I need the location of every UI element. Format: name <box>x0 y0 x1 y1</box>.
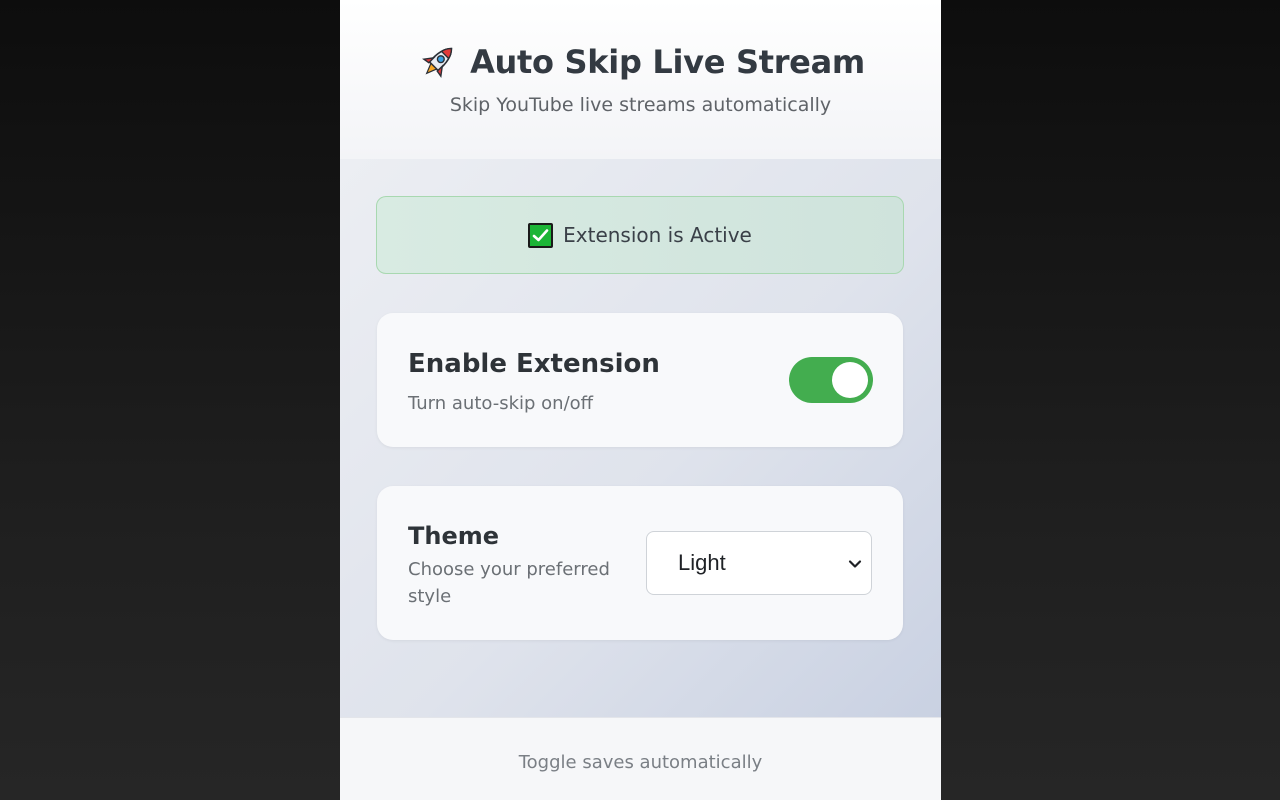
toggle-knob <box>832 362 868 398</box>
app-subtitle: Skip YouTube live streams automatically <box>449 94 832 116</box>
app-title: Auto Skip Live Stream <box>470 43 865 81</box>
main-content: Extension is Active Enable Extension Tur… <box>340 159 941 717</box>
check-box-icon <box>528 222 554 248</box>
enable-extension-title: Enable Extension <box>408 349 660 379</box>
enable-extension-description: Turn auto-skip on/off <box>408 393 594 414</box>
theme-select[interactable]: Light <box>646 531 872 595</box>
title-row: Auto Skip Live Stream <box>340 40 941 84</box>
status-banner: Extension is Active <box>376 196 904 274</box>
chevron-down-icon <box>848 560 862 568</box>
theme-select-value: Light <box>678 550 726 575</box>
enable-extension-toggle[interactable] <box>789 357 873 403</box>
footer: Toggle saves automatically <box>340 717 941 800</box>
status-text: Extension is Active <box>563 223 752 247</box>
footer-text: Toggle saves automatically <box>518 752 763 773</box>
theme-description: Choose your preferred style <box>408 559 610 607</box>
header: Auto Skip Live Stream Skip YouTube live … <box>340 0 941 159</box>
theme-title: Theme <box>408 522 500 550</box>
extension-popup: Auto Skip Live Stream Skip YouTube live … <box>340 0 941 800</box>
theme-card: Theme Choose your preferred style Light <box>377 486 903 640</box>
enable-extension-card: Enable Extension Turn auto-skip on/off <box>377 313 903 447</box>
rocket-icon <box>422 47 453 78</box>
